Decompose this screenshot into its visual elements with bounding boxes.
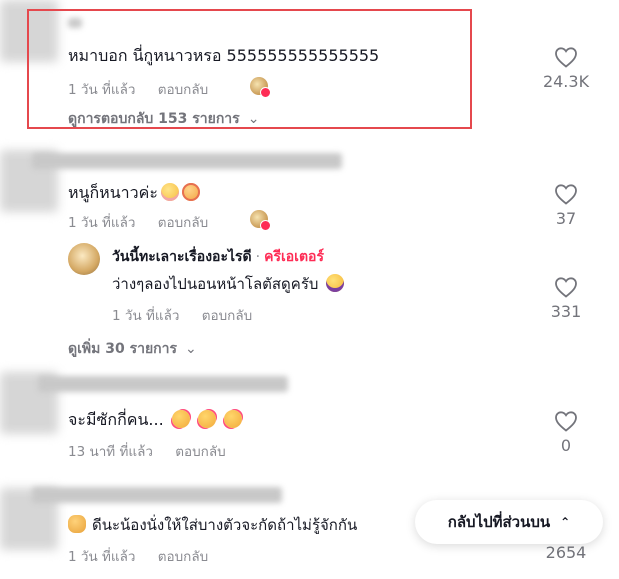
comment-text: ดีนะน้องนั่งให้ใส่บางตัวจะกัดถ้าไม่รู้จั… xyxy=(68,513,357,537)
reply-button[interactable]: ตอบกลับ xyxy=(202,308,252,324)
reply-text-body: ว่างๆลองไปนอนหน้าโลตัสดูครับ xyxy=(112,275,319,293)
flushed-emoji-icon xyxy=(181,183,200,201)
smiling-hearts-emoji-icon xyxy=(197,410,216,428)
reply-button[interactable]: ตอบกลับ xyxy=(158,215,208,231)
comment-meta: 1 วัน ที่แล้ว ตอบกลับ xyxy=(68,211,208,233)
creator-name-line: วันนี้ทะเลาะเรื่องอะไรดี · ครีเอเตอร์ xyxy=(112,246,324,268)
comment-time: 1 วัน ที่แล้ว xyxy=(68,215,136,231)
reply-meta: 1 วัน ที่แล้ว ตอบกลับ xyxy=(112,304,252,326)
view-replies-label: ดูการตอบกลับ 153 รายการ xyxy=(68,111,240,127)
username[interactable] xyxy=(32,487,282,503)
double-chevron-up-icon: ⌃ xyxy=(560,515,571,529)
creator-liked-avatar xyxy=(250,210,271,231)
comment-text-body: หนูก็หนาวค่ะ xyxy=(68,183,158,202)
like-count: 2654 xyxy=(545,543,587,562)
comment-time: 1 วัน ที่แล้ว xyxy=(68,82,136,98)
like-count: 331 xyxy=(550,302,582,321)
comment-text-body: ดีนะน้องนั่งให้ใส่บางตัวจะกัดถ้าไม่รู้จั… xyxy=(92,516,358,534)
comment-meta: 1 วัน ที่แล้ว ตอบกลับ xyxy=(68,545,208,567)
back-to-top-button[interactable]: กลับไปที่ส่วนบน ⌃ xyxy=(415,500,603,544)
creator-badge: ครีเอเตอร์ xyxy=(264,249,324,265)
creator-avatar[interactable] xyxy=(68,243,100,275)
reply-button[interactable]: ตอบกลับ xyxy=(158,82,208,98)
comment-time: 1 วัน ที่แล้ว xyxy=(68,549,136,565)
like-button[interactable]: 37 xyxy=(531,183,601,228)
creator-username[interactable]: วันนี้ทะเลาะเรื่องอะไรดี xyxy=(112,249,252,265)
comment-text: หนูก็หนาวค่ะ xyxy=(68,181,200,206)
comment-meta: 13 นาที ที่แล้ว ตอบกลับ xyxy=(68,440,226,462)
username[interactable] xyxy=(32,153,342,169)
like-count-area[interactable]: 2654 xyxy=(531,543,601,562)
smiling-hearts-emoji-icon xyxy=(171,410,190,428)
comment-text: หมาบอก นี่กูหนาวหรอ 555555555555555 xyxy=(68,46,380,65)
heart-outline-icon xyxy=(555,277,577,298)
username[interactable] xyxy=(68,18,82,28)
view-replies-button[interactable]: ดูการตอบกลับ 153 รายการ ⌄ xyxy=(68,108,259,130)
comment-time: 13 นาที ที่แล้ว xyxy=(68,444,153,460)
like-button[interactable]: 0 xyxy=(531,410,601,455)
grimacing-emoji-icon xyxy=(160,183,179,201)
view-more-button[interactable]: ดูเพิ่ม 30 รายการ ⌄ xyxy=(68,338,197,360)
like-button[interactable]: 24.3K xyxy=(531,46,601,91)
like-count: 37 xyxy=(555,209,577,228)
separator: · xyxy=(255,249,261,265)
smiling-hearts-emoji-icon xyxy=(223,410,242,428)
reply-button[interactable]: ตอบกลับ xyxy=(175,444,225,460)
comment-text-body: จะมีซักกี่คน... xyxy=(68,410,164,429)
like-count: 0 xyxy=(560,436,572,455)
like-button[interactable]: 331 xyxy=(531,276,601,321)
laughing-emoji-icon xyxy=(326,274,345,292)
heart-outline-icon xyxy=(555,184,577,205)
thumbs-up-emoji-icon xyxy=(68,515,86,533)
reply-button[interactable]: ตอบกลับ xyxy=(158,549,208,565)
heart-outline-icon xyxy=(555,47,577,68)
heart-outline-icon xyxy=(555,411,577,432)
reply-text: ว่างๆลองไปนอนหน้าโลตัสดูครับ xyxy=(112,272,345,296)
chevron-down-icon: ⌄ xyxy=(185,341,197,357)
creator-liked-avatar xyxy=(250,77,271,98)
like-count: 24.3K xyxy=(542,72,590,91)
reply-time: 1 วัน ที่แล้ว xyxy=(112,308,180,324)
comment-meta: 1 วัน ที่แล้ว ตอบกลับ xyxy=(68,78,208,100)
view-more-label: ดูเพิ่ม 30 รายการ xyxy=(68,341,178,357)
chevron-down-icon: ⌄ xyxy=(247,111,260,127)
back-to-top-label: กลับไปที่ส่วนบน xyxy=(447,513,551,531)
comment-text: จะมีซักกี่คน... xyxy=(68,408,242,433)
username[interactable] xyxy=(38,376,288,392)
